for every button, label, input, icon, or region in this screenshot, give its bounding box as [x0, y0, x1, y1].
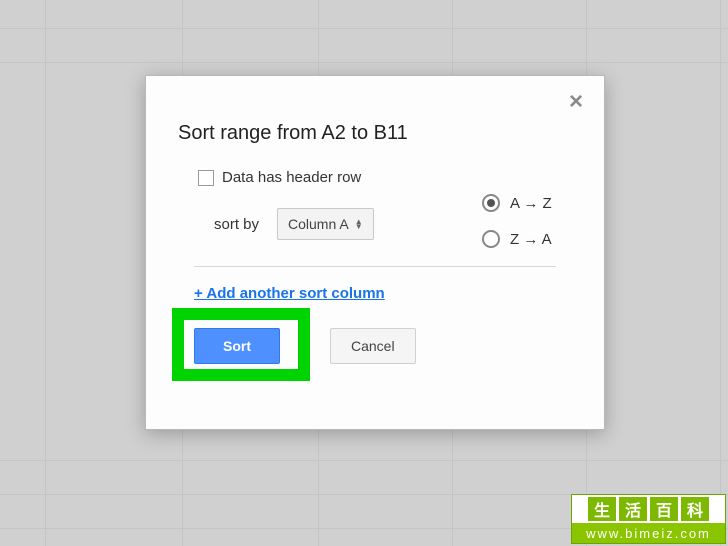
- column-dropdown[interactable]: Column A ▲▼: [277, 208, 374, 240]
- radio-icon: [482, 194, 500, 212]
- sort-by-label: sort by: [214, 216, 259, 233]
- header-row-checkbox[interactable]: [198, 170, 214, 186]
- header-row-label: Data has header row: [222, 169, 361, 186]
- dialog-title: Sort range from A2 to B11: [178, 122, 572, 145]
- watermark-char: 生: [588, 497, 616, 521]
- radio-label-za: Z → A: [510, 231, 552, 248]
- sort-range-dialog: × Sort range from A2 to B11 Data has hea…: [145, 75, 605, 430]
- watermark-char: 科: [681, 497, 709, 521]
- sort-by-row: sort by Column A ▲▼ A → Z Z → A: [214, 208, 572, 240]
- radio-icon: [482, 230, 500, 248]
- sort-direction-radio-group: A → Z Z → A: [482, 194, 552, 248]
- sort-button[interactable]: Sort: [194, 328, 280, 364]
- watermark-char: 百: [650, 497, 678, 521]
- divider: [194, 266, 556, 267]
- dialog-button-row: Sort Cancel: [194, 328, 572, 364]
- watermark-title: 生 活 百 科: [572, 495, 725, 523]
- radio-label-az: A → Z: [510, 195, 552, 212]
- close-icon[interactable]: ×: [564, 90, 588, 114]
- cancel-button[interactable]: Cancel: [330, 328, 416, 364]
- radio-option-az[interactable]: A → Z: [482, 194, 552, 212]
- radio-option-za[interactable]: Z → A: [482, 230, 552, 248]
- watermark-badge: 生 活 百 科 www.bimeiz.com: [571, 494, 726, 544]
- column-dropdown-value: Column A: [288, 216, 349, 232]
- add-sort-column-link[interactable]: + Add another sort column: [194, 285, 385, 302]
- header-row-checkbox-row: Data has header row: [198, 169, 572, 186]
- watermark-char: 活: [619, 497, 647, 521]
- sort-arrows-icon: ▲▼: [355, 219, 363, 229]
- watermark-url: www.bimeiz.com: [572, 523, 725, 543]
